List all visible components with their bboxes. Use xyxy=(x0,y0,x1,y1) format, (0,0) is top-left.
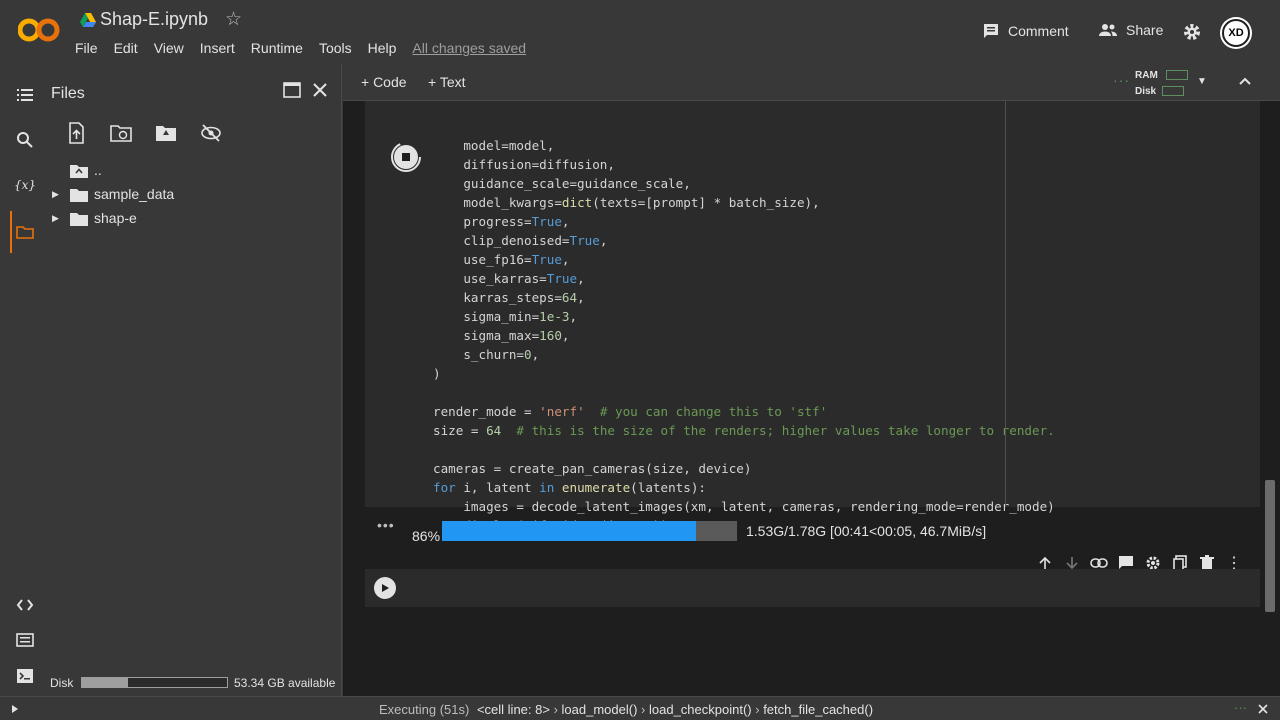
chevron-right-icon: › xyxy=(755,702,764,717)
account-avatar[interactable]: XD xyxy=(1222,19,1250,47)
tree-item-label: .. xyxy=(94,162,102,178)
trace-item: <cell line: 8> xyxy=(476,702,550,717)
mount-drive-icon[interactable] xyxy=(154,122,178,144)
search-icon[interactable] xyxy=(16,131,34,149)
progress-info: 1.53G/1.78G [00:41<00:05, 46.7MiB/s] xyxy=(746,523,987,539)
close-icon[interactable] xyxy=(1258,704,1268,714)
chevron-up-icon[interactable] xyxy=(1238,76,1252,86)
share-label: Share xyxy=(1126,22,1164,38)
save-status-link[interactable]: All changes saved xyxy=(412,40,526,56)
tree-item-shap-e[interactable]: ▶ shap-e xyxy=(52,210,137,226)
chevron-right-icon: › xyxy=(641,702,649,717)
menu-edit[interactable]: Edit xyxy=(114,40,138,56)
expand-arrow-icon[interactable]: ▶ xyxy=(52,213,66,224)
upload-file-icon[interactable] xyxy=(64,122,88,144)
expand-arrow-icon[interactable]: ▶ xyxy=(52,189,66,200)
scrollbar-thumb[interactable] xyxy=(1265,480,1275,612)
menu-help[interactable]: Help xyxy=(368,40,397,56)
download-progress-bar xyxy=(442,521,737,541)
status-bar: Executing (51s) <cell line: 8> › load_mo… xyxy=(0,696,1280,720)
menu-tools[interactable]: Tools xyxy=(319,40,352,56)
refresh-folder-icon[interactable] xyxy=(109,122,133,144)
hide-hidden-files-icon[interactable] xyxy=(199,122,223,144)
chevron-right-icon: › xyxy=(553,702,562,717)
variables-icon[interactable]: {x} xyxy=(14,176,36,194)
disk-usage-bar xyxy=(81,677,228,688)
app-header: Shap-E.ipynb ☆ File Edit View Insert Run… xyxy=(0,0,1280,64)
open-in-window-icon[interactable] xyxy=(283,82,301,98)
cell-output: ••• 86% 1.53G/1.78G [00:41<00:05, 46.7Mi… xyxy=(365,507,1260,557)
progress-percent: 86% xyxy=(412,528,441,544)
code-cell[interactable]: model=model, diffusion=diffusion, guidan… xyxy=(365,101,1260,533)
settings-gear-icon[interactable] xyxy=(1182,22,1202,42)
line-length-ruler xyxy=(1005,101,1006,507)
running-spinner-icon xyxy=(391,142,421,172)
active-tab-indicator xyxy=(10,211,12,253)
tree-item-label: shap-e xyxy=(94,210,137,226)
menu-bar: File Edit View Insert Runtime Tools Help… xyxy=(75,40,542,56)
comment-button[interactable]: Comment xyxy=(982,22,1069,40)
resource-monitor[interactable]: RAM Disk xyxy=(1135,68,1188,100)
comment-label: Comment xyxy=(1008,23,1069,39)
menu-runtime[interactable]: Runtime xyxy=(251,40,303,56)
executing-label: Executing (51s) xyxy=(379,702,470,717)
folder-icon xyxy=(70,188,88,202)
notebook-toolbar: + Code + Text ··· RAM Disk ▼ xyxy=(343,64,1280,101)
status-dots-icon[interactable]: ··· xyxy=(1234,700,1247,715)
empty-code-cell[interactable] xyxy=(365,569,1260,607)
notebook-area: + Code + Text ··· RAM Disk ▼ model=model… xyxy=(343,64,1280,696)
chevron-down-icon[interactable]: ▼ xyxy=(1197,76,1207,87)
folder-icon xyxy=(70,212,88,226)
ram-meter xyxy=(1165,70,1188,81)
menu-insert[interactable]: Insert xyxy=(200,40,235,56)
terminal-icon[interactable] xyxy=(16,667,34,685)
trace-item: fetch_file_cached() xyxy=(763,702,874,717)
left-rail: {x} xyxy=(0,64,48,696)
google-drive-icon xyxy=(80,13,96,27)
tree-item-sample-data[interactable]: ▶ sample_data xyxy=(52,186,174,202)
files-panel-title: Files xyxy=(51,85,85,102)
disk-meter-label: Disk xyxy=(1135,86,1157,97)
folder-icon[interactable] xyxy=(16,223,34,241)
close-icon[interactable] xyxy=(312,82,328,98)
files-panel: Files .. ▶ sample_data ▶ shap-e Disk 53.… xyxy=(48,64,342,696)
expand-status-icon[interactable] xyxy=(11,704,19,714)
trace-item: load_checkpoint() xyxy=(648,702,752,717)
files-toolbar xyxy=(64,122,223,144)
output-menu-icon[interactable]: ••• xyxy=(377,517,395,533)
connection-status-icon[interactable]: ··· xyxy=(1113,72,1130,88)
notebook-title[interactable]: Shap-E.ipynb xyxy=(100,9,208,30)
tree-item-label: sample_data xyxy=(94,186,175,202)
code-editor[interactable]: model=model, diffusion=diffusion, guidan… xyxy=(433,136,1055,535)
ram-label: RAM xyxy=(1135,70,1158,81)
play-icon xyxy=(382,584,389,592)
add-code-button[interactable]: + Code xyxy=(361,74,407,90)
table-of-contents-icon[interactable] xyxy=(16,86,34,104)
tree-item-parent[interactable]: .. xyxy=(70,162,102,178)
progress-fill xyxy=(442,521,696,541)
command-palette-icon[interactable] xyxy=(16,631,34,649)
execution-status[interactable]: Executing (51s) <cell line: 8> › load_mo… xyxy=(379,702,873,717)
disk-available: 53.34 GB available xyxy=(234,676,336,690)
add-text-button[interactable]: + Text xyxy=(428,74,466,90)
star-icon[interactable]: ☆ xyxy=(225,8,242,31)
disk-meter xyxy=(1162,86,1185,97)
disk-label: Disk xyxy=(50,676,74,690)
people-icon xyxy=(1099,24,1117,36)
menu-file[interactable]: File xyxy=(75,40,98,56)
folder-up-icon xyxy=(70,164,88,178)
trace-item: load_model() xyxy=(561,702,638,717)
disk-usage-fill xyxy=(82,678,129,687)
colab-logo[interactable] xyxy=(18,14,60,46)
menu-view[interactable]: View xyxy=(154,40,184,56)
comment-icon xyxy=(984,24,998,38)
code-snippets-icon[interactable] xyxy=(16,596,34,614)
share-button[interactable]: Share xyxy=(1098,22,1163,38)
run-cell-button[interactable] xyxy=(374,577,396,599)
